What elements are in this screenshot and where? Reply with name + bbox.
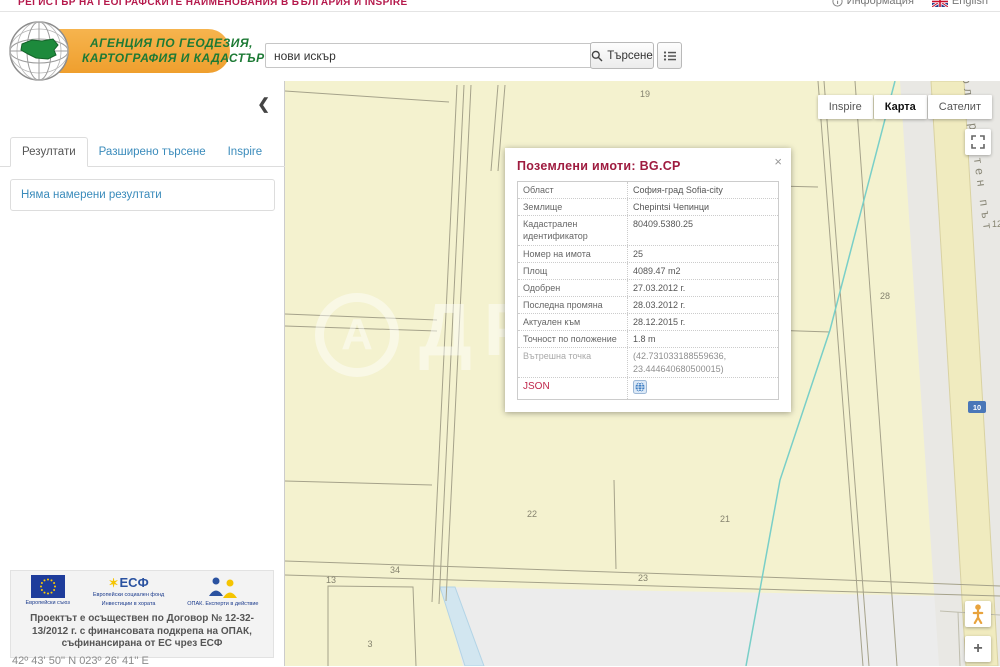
parcel-number-label: 19 (640, 89, 650, 99)
popup-row: Точност по положение1.8 m (518, 331, 778, 348)
topbar: РЕГИСТЪР НА ГЕОГРАФСКИТЕ НАИМЕНОВАНИЯ В … (0, 0, 1000, 12)
information-label: Информация (847, 0, 914, 7)
tab-inspire[interactable]: Inspire (217, 138, 274, 166)
parcel-number-label: 3 (367, 639, 372, 649)
parcel-number-label: 21 (720, 514, 730, 524)
sidebar: ❮ Резултати Разширено търсене Inspire Ня… (0, 81, 285, 666)
popup-title: Поземлени имоти: BG.CP (517, 159, 779, 173)
map-type-inspire[interactable]: Inspire (818, 95, 873, 119)
esf-logo-caption1: Европейски социален фонд (93, 592, 164, 599)
popup-row: Площ4089.47 m2 (518, 263, 778, 280)
language-label: English (952, 0, 988, 7)
esf-logo: ✶ЕСФ Европейски социален фонд Инвестиции… (93, 575, 164, 608)
popup-row: Актуален към28.12.2015 г. (518, 314, 778, 331)
zoom-in-button[interactable]: + (965, 636, 991, 662)
parcel-number-label: 22 (527, 509, 537, 519)
pegman-icon (972, 604, 984, 624)
language-link[interactable]: English (932, 0, 988, 7)
pegman-button[interactable] (965, 601, 991, 627)
popup-json-row: JSON (518, 378, 778, 399)
agency-globe-logo (8, 20, 70, 82)
popup-row: Одобрен27.03.2012 г. (518, 280, 778, 297)
map-type-map[interactable]: Карта (874, 95, 927, 119)
register-link[interactable]: РЕГИСТЪР НА ГЕОГРАФСКИТЕ НАИМЕНОВАНИЯ В … (18, 0, 408, 8)
coordinates-readout: 42º 43' 50'' N 023º 26' 41'' E (12, 655, 149, 667)
close-icon[interactable]: × (774, 155, 782, 168)
road-shield: 10 (968, 401, 986, 413)
map-type-controls: Inspire Карта Сателит (818, 95, 992, 119)
popup-row: ЗемлищеChepintsi Чепинци (518, 199, 778, 216)
search-input[interactable] (265, 43, 599, 68)
search-button[interactable]: Търсене (590, 42, 654, 69)
page: РЕГИСТЪР НА ГЕОГРАФСКИТЕ НАИМЕНОВАНИЯ В … (0, 0, 1000, 666)
list-icon (663, 50, 677, 62)
parcel-number-label: 34 (390, 565, 400, 575)
json-link[interactable]: JSON (523, 381, 550, 392)
agency-name-line1: АГЕНЦИЯ ПО ГЕОДЕЗИЯ, (90, 36, 253, 50)
popup-table: ОбластСофия-град Sofia-cityЗемлищеChepin… (517, 181, 779, 400)
header: АГЕНЦИЯ ПО ГЕОДЕЗИЯ, КАРТОГРАФИЯ И КАДАС… (0, 12, 1000, 82)
tab-advanced-search[interactable]: Разширено търсене (88, 138, 217, 166)
parcel-number-label: 28 (880, 291, 890, 301)
esf-logo-caption2: Инвестиции в хората (102, 601, 156, 608)
information-link[interactable]: Информация (832, 0, 914, 7)
tab-results[interactable]: Резултати (10, 137, 88, 167)
search-button-label: Търсене (607, 50, 653, 62)
map-type-satellite[interactable]: Сателит (928, 95, 992, 119)
parcel-number-label: 23 (638, 573, 648, 583)
funding-logos: Европейски съюз ✶ЕСФ Европейски социален… (14, 575, 270, 608)
popup-row: Номер на имота25 (518, 246, 778, 263)
opak-logo: ОПАК. Експерти в действие (187, 575, 258, 608)
parcel-number-label: 13 (326, 575, 336, 585)
opak-people-icon (206, 575, 240, 599)
agency-name-line2: КАРТОГРАФИЯ И КАДАСТЪР (82, 51, 265, 65)
non-cadastre-area (442, 587, 1000, 666)
parcel-info-popup: × Поземлени имоти: BG.CP ОбластСофия-гра… (505, 148, 791, 412)
project-funding-text: Проектът е осъществен по Договор № 12-32… (14, 613, 270, 651)
uk-flag-icon (932, 0, 948, 7)
eu-logo: Европейски съюз (25, 575, 69, 607)
opak-logo-caption: ОПАК. Експерти в действие (187, 601, 258, 608)
sidebar-collapse-button[interactable]: ❮ (257, 97, 270, 112)
esf-logo-mark: ✶ЕСФ (108, 575, 148, 590)
popup-row: Кадастрален идентификатор80409.5380.25 (518, 216, 778, 245)
no-results-message: Няма намерени резултати (10, 179, 275, 211)
popup-row: Вътрешна точка(42.731033188559636, 23.44… (518, 348, 778, 377)
eu-flag-icon (31, 575, 65, 598)
topbar-links: Информация English (832, 0, 988, 7)
map-canvas[interactable]: Околовръстен път 1912282522213413233 А Д… (285, 81, 1000, 666)
popup-row: Последна промяна28.03.2012 г. (518, 297, 778, 314)
search-icon (591, 50, 603, 62)
fullscreen-button[interactable] (965, 129, 991, 155)
esf-star-icon: ✶ (108, 576, 118, 590)
sidebar-footer: Европейски съюз ✶ЕСФ Европейски социален… (10, 570, 274, 658)
fullscreen-icon (971, 135, 985, 149)
parcel-number-label: 12 (992, 219, 1000, 229)
globe-icon[interactable] (633, 380, 647, 397)
layers-list-button[interactable] (657, 42, 682, 69)
esf-logo-text: ЕСФ (120, 575, 149, 590)
popup-row: ОбластСофия-град Sofia-city (518, 182, 778, 199)
info-icon (832, 0, 843, 7)
sidebar-tabs: Резултати Разширено търсене Inspire (0, 135, 285, 167)
eu-logo-caption: Европейски съюз (25, 600, 69, 607)
